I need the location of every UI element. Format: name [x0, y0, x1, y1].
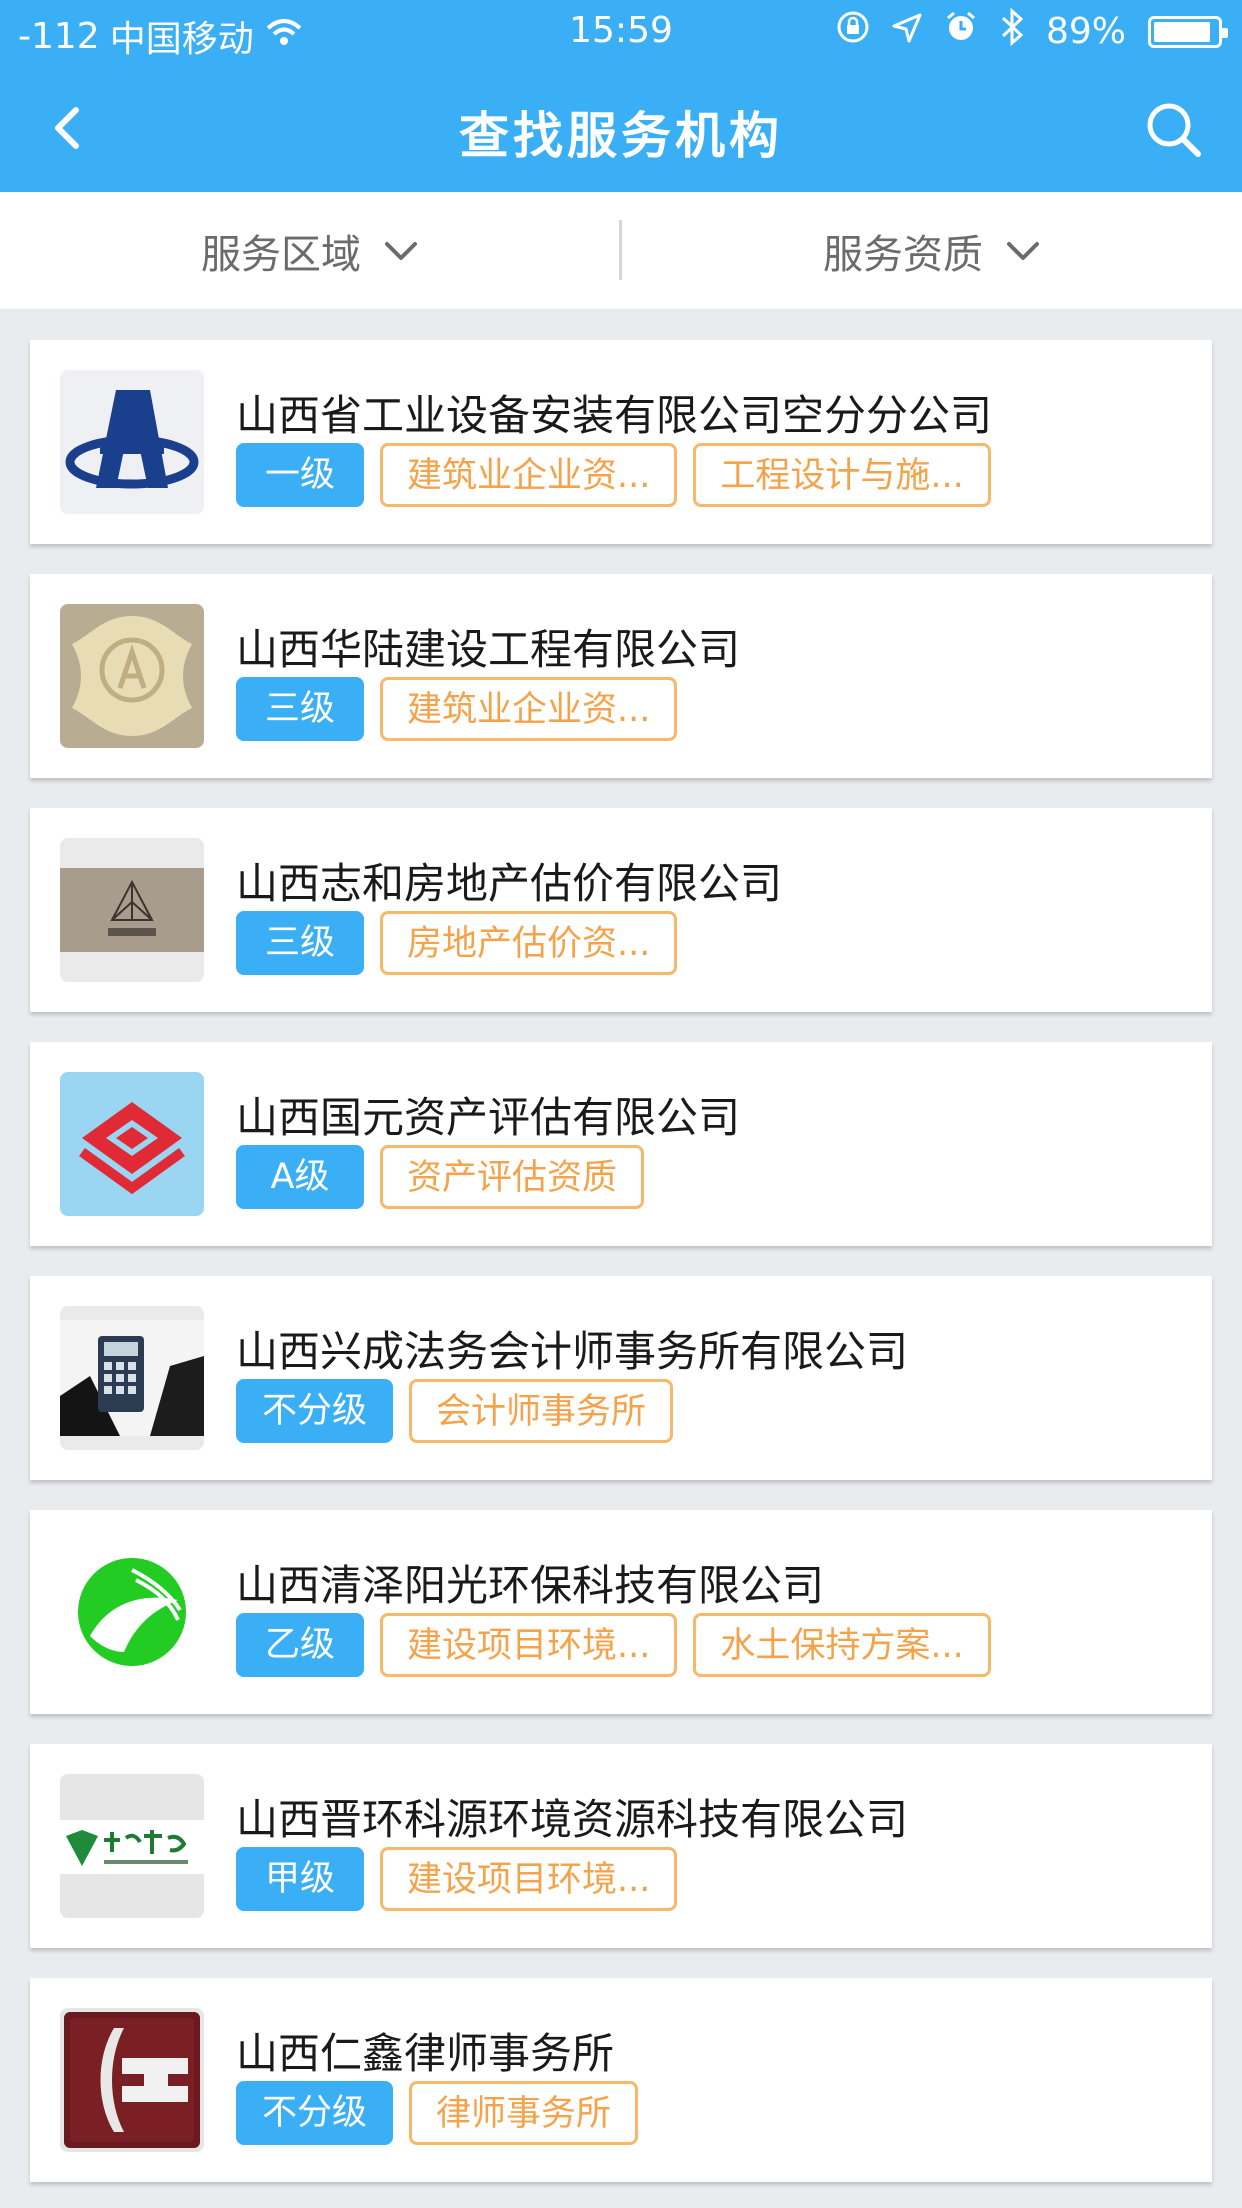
top-bar: -112 中国移动 15:59 89% 查找服务机构: [0, 0, 1242, 192]
bluetooth-icon: [1000, 7, 1024, 55]
qualification-tag: 会计师事务所: [409, 1379, 674, 1443]
steel-a-logo-icon: [60, 370, 204, 514]
filter-label: 服务资质: [823, 231, 983, 278]
organization-name: 山西清泽阳光环保科技有限公司: [236, 1561, 825, 1610]
list-item[interactable]: 山西志和房地产估价有限公司 三级 房地产估价资...: [30, 808, 1212, 1012]
filter-bar: 服务区域 服务资质: [0, 192, 1242, 309]
status-bar: -112 中国移动 15:59 89%: [0, 0, 1242, 62]
location-icon: [892, 11, 922, 52]
organization-list: 山西省工业设备安装有限公司空分分公司 一级 建筑业企业资... 工程设计与施..…: [30, 340, 1212, 2208]
red-metal-logo-icon: [60, 2008, 204, 2152]
list-item[interactable]: 山西省工业设备安装有限公司空分分公司 一级 建筑业企业资... 工程设计与施..…: [30, 340, 1212, 544]
qualification-tag: 建设项目环境...: [380, 1847, 678, 1911]
red-diamond-logo-icon: [60, 1072, 204, 1216]
green-leaf-logo-icon: [60, 1540, 204, 1684]
list-item[interactable]: 山西清泽阳光环保科技有限公司 乙级 建设项目环境... 水土保持方案...: [30, 1510, 1212, 1714]
qualification-tag: 建筑业企业资...: [380, 677, 678, 741]
green-calligraphy-logo-icon: [60, 1774, 204, 1918]
alarm-icon: [944, 10, 978, 53]
filter-label: 服务区域: [201, 231, 361, 278]
filter-service-area[interactable]: 服务区域: [0, 192, 620, 309]
calculator-photo-icon: [60, 1306, 204, 1450]
qualification-tag: 水土保持方案...: [693, 1613, 991, 1677]
qualification-tag: 工程设计与施...: [693, 443, 991, 507]
chevron-down-icon: [385, 241, 417, 260]
level-badge: 三级: [236, 677, 364, 741]
filter-service-qualification[interactable]: 服务资质: [622, 192, 1242, 309]
list-item[interactable]: 山西国元资产评估有限公司 A级 资产评估资质: [30, 1042, 1212, 1246]
circle-a-emblem-icon: [60, 604, 204, 748]
level-badge: 乙级: [236, 1613, 364, 1677]
organization-name: 山西国元资产评估有限公司: [236, 1093, 741, 1142]
organization-name: 山西华陆建设工程有限公司: [236, 625, 741, 674]
level-badge: 不分级: [236, 2081, 394, 2145]
navigation-bar: 查找服务机构: [0, 62, 1242, 192]
organization-name: 山西省工业设备安装有限公司空分分公司: [236, 391, 993, 440]
battery-percent: 89%: [1045, 11, 1126, 52]
qualification-tag: 建设项目环境...: [380, 1613, 678, 1677]
organization-name: 山西志和房地产估价有限公司: [236, 859, 783, 908]
list-item[interactable]: 山西华陆建设工程有限公司 三级 建筑业企业资...: [30, 574, 1212, 778]
rotation-lock-icon: [836, 10, 870, 53]
search-button[interactable]: [1142, 98, 1206, 162]
list-item[interactable]: 山西兴成法务会计师事务所有限公司 不分级 会计师事务所: [30, 1276, 1212, 1480]
search-icon: [1147, 103, 1201, 157]
level-badge: 甲级: [236, 1847, 364, 1911]
qualification-tag: 资产评估资质: [380, 1145, 645, 1209]
organization-name: 山西仁鑫律师事务所: [236, 2029, 615, 2078]
level-badge: 一级: [236, 443, 364, 507]
triangle-logo-icon: [60, 838, 204, 982]
chevron-down-icon: [1007, 241, 1039, 260]
organization-name: 山西兴成法务会计师事务所有限公司: [236, 1327, 909, 1376]
battery-icon: [1148, 15, 1228, 48]
list-item[interactable]: 山西仁鑫律师事务所 不分级 律师事务所: [30, 1978, 1212, 2182]
organization-name: 山西晋环科源环境资源科技有限公司: [236, 1795, 909, 1844]
page-title: 查找服务机构: [459, 107, 783, 165]
qualification-tag: 律师事务所: [409, 2081, 639, 2145]
qualification-tag: 建筑业企业资...: [380, 443, 678, 507]
level-badge: A级: [236, 1145, 364, 1209]
qualification-tag: 房地产估价资...: [380, 911, 678, 975]
level-badge: 不分级: [236, 1379, 394, 1443]
level-badge: 三级: [236, 911, 364, 975]
list-item[interactable]: 山西晋环科源环境资源科技有限公司 甲级 建设项目环境...: [30, 1744, 1212, 1948]
